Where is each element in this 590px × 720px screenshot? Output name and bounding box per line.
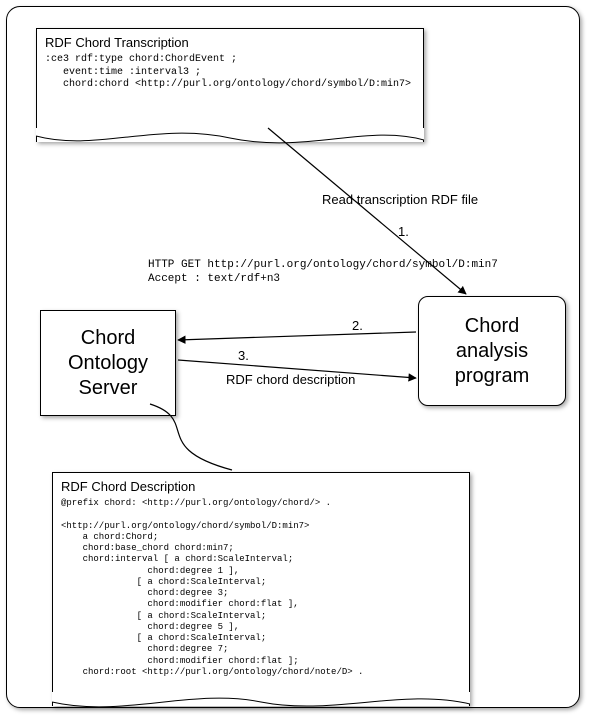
note-rdf-transcription-title: RDF Chord Transcription [45, 35, 415, 50]
note-rdf-description: RDF Chord Description @prefix chord: <ht… [52, 472, 470, 706]
box-chord-analysis-program: Chord analysis program [418, 296, 566, 406]
box-chord-ontology-server-label: Chord Ontology Server [68, 326, 148, 401]
note-rdf-description-body: @prefix chord: <http://purl.org/ontology… [61, 498, 461, 678]
box-chord-analysis-program-label: Chord analysis program [455, 314, 529, 389]
diagram-canvas: RDF Chord Transcription :ce3 rdf:type ch… [0, 0, 590, 716]
label-step-3: 3. [238, 348, 249, 363]
label-step-2: 2. [352, 318, 363, 333]
label-rdf-description: RDF chord description [226, 372, 355, 387]
note-rdf-transcription: RDF Chord Transcription :ce3 rdf:type ch… [36, 28, 424, 142]
box-chord-ontology-server: Chord Ontology Server [40, 310, 176, 416]
label-step-1: 1. [398, 224, 409, 239]
label-http-get: HTTP GET http://purl.org/ontology/chord/… [148, 258, 498, 287]
note-rdf-description-title: RDF Chord Description [61, 479, 461, 494]
label-read-transcription: Read transcription RDF file [322, 192, 478, 207]
note-rdf-transcription-body: :ce3 rdf:type chord:ChordEvent ; event:t… [45, 54, 415, 92]
